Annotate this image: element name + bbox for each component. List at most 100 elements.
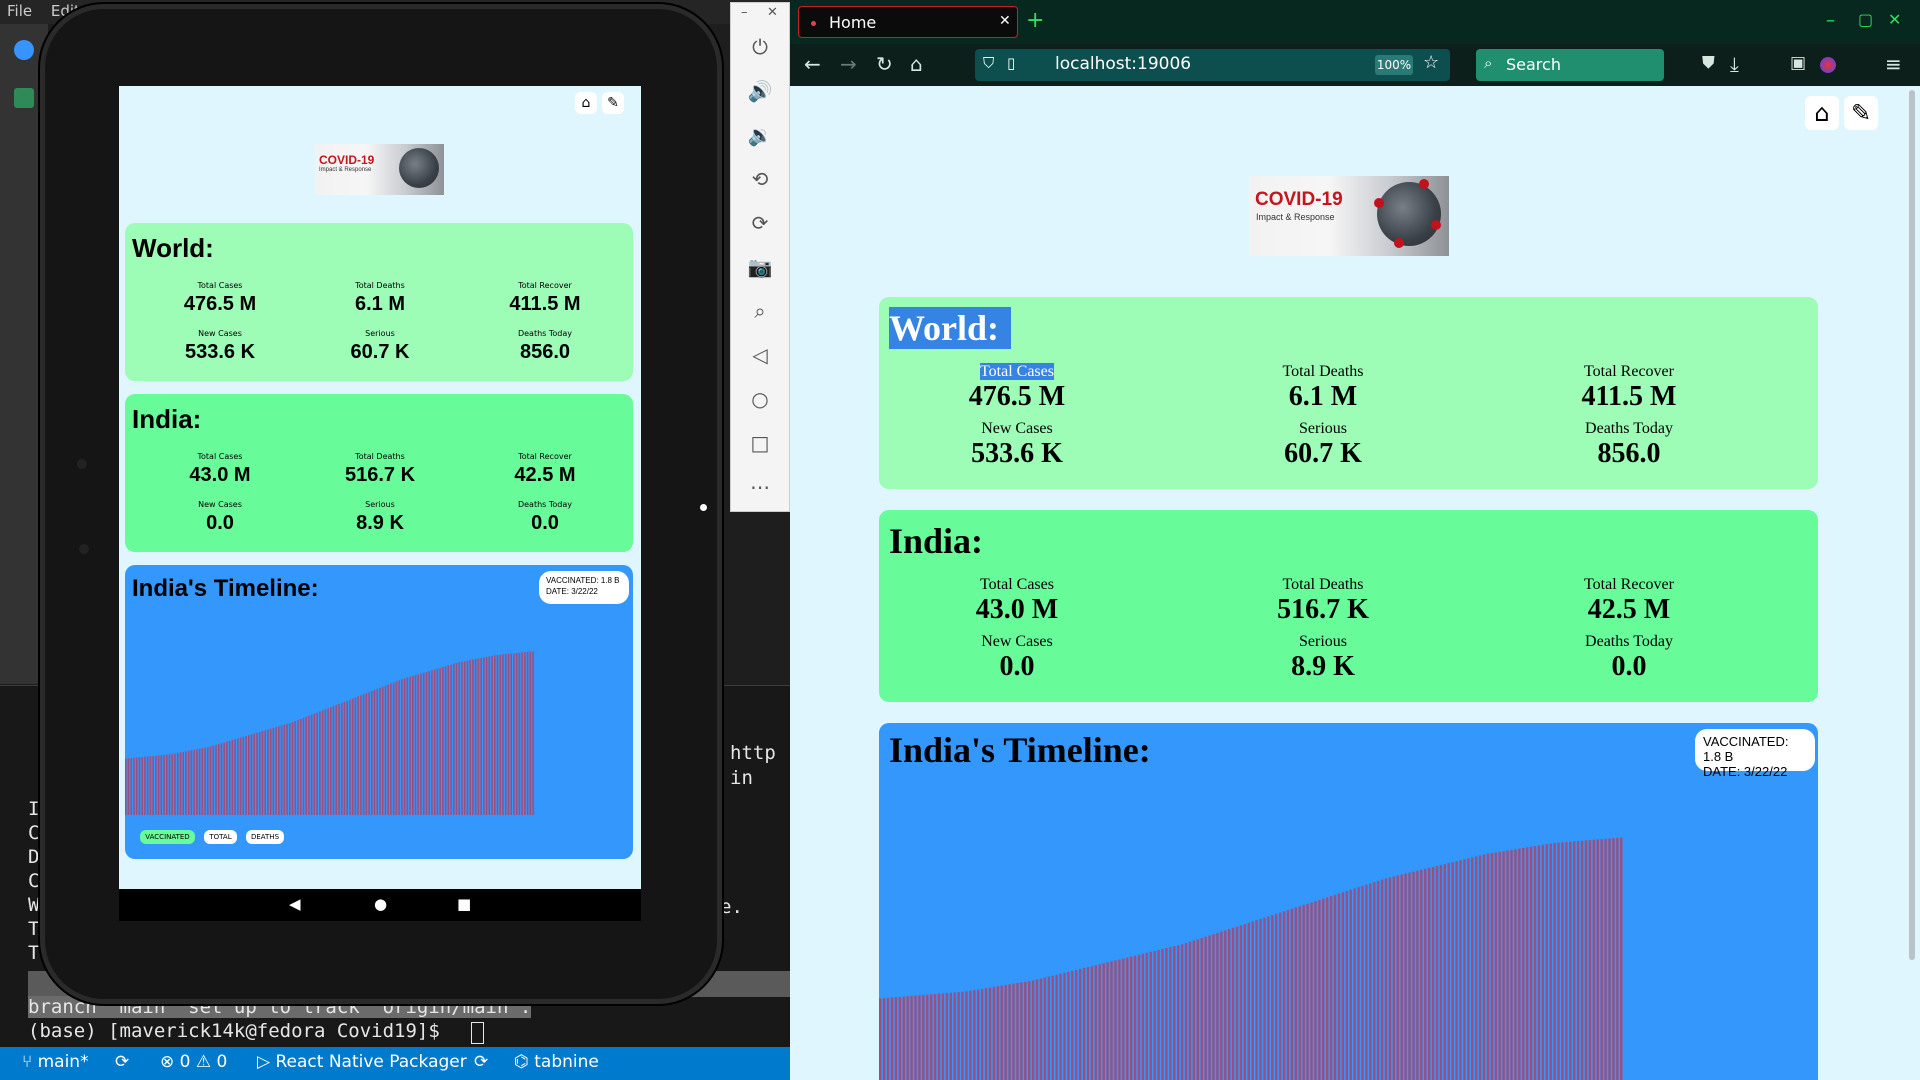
timeline-bar[interactable] bbox=[313, 713, 316, 815]
timeline-bar[interactable] bbox=[1267, 916, 1270, 1080]
timeline-bar[interactable] bbox=[1122, 958, 1125, 1080]
timeline-bar[interactable] bbox=[480, 657, 482, 815]
timeline-bar[interactable] bbox=[1035, 979, 1039, 1080]
rotate-right-icon[interactable]: ⟳ bbox=[746, 209, 774, 237]
timeline-bar[interactable] bbox=[291, 722, 294, 815]
account-icon[interactable] bbox=[1820, 57, 1836, 73]
timeline-bar[interactable] bbox=[409, 676, 411, 815]
timeline-bar[interactable] bbox=[1024, 981, 1027, 1080]
minimize-icon[interactable]: – bbox=[741, 5, 748, 20]
zoom-icon[interactable]: ⌕ bbox=[746, 297, 774, 325]
timeline-bar[interactable] bbox=[360, 695, 362, 815]
timeline-bar[interactable] bbox=[1545, 844, 1548, 1080]
extension-icon[interactable] bbox=[14, 88, 34, 108]
timeline-bar[interactable] bbox=[1298, 906, 1301, 1080]
timeline-bar[interactable] bbox=[988, 987, 992, 1080]
timeline-bar[interactable] bbox=[526, 651, 529, 815]
android-home-icon[interactable]: ● bbox=[374, 895, 387, 913]
timeline-bar[interactable] bbox=[1596, 839, 1599, 1080]
vaccine-icon[interactable]: ✎ bbox=[602, 92, 624, 114]
page-icon[interactable]: ▯ bbox=[1007, 54, 1015, 72]
timeline-bar[interactable] bbox=[1416, 870, 1419, 1080]
timeline-bar[interactable] bbox=[1204, 936, 1207, 1080]
timeline-bar[interactable] bbox=[280, 725, 283, 815]
menu-icon[interactable]: ≡ bbox=[1885, 52, 1902, 76]
timeline-bar[interactable] bbox=[357, 696, 359, 815]
timeline-bar[interactable] bbox=[196, 749, 198, 815]
timeline-bar[interactable] bbox=[1177, 945, 1180, 1080]
timeline-bar[interactable] bbox=[1114, 960, 1117, 1080]
timeline-bar[interactable] bbox=[349, 699, 351, 815]
url-bar[interactable]: ⛉ ▯ localhost:19006 100% ☆ bbox=[975, 49, 1450, 81]
timeline-bar[interactable] bbox=[1153, 950, 1156, 1080]
timeline-bar[interactable] bbox=[1055, 974, 1058, 1080]
timeline-bar[interactable] bbox=[1184, 943, 1188, 1080]
timeline-bar[interactable] bbox=[1408, 872, 1411, 1080]
legend-deaths-button[interactable]: DEATHS bbox=[246, 830, 284, 844]
back-icon[interactable]: ← bbox=[804, 52, 821, 76]
timeline-bar[interactable] bbox=[185, 751, 187, 815]
timeline-bar[interactable] bbox=[521, 652, 523, 815]
zoom-level[interactable]: 100% bbox=[1375, 55, 1413, 75]
home-icon[interactable]: ○ bbox=[746, 385, 774, 413]
timeline-bar[interactable] bbox=[1435, 865, 1439, 1080]
timeline-bar[interactable] bbox=[1510, 849, 1513, 1080]
timeline-bar[interactable] bbox=[1561, 842, 1564, 1080]
timeline-bar[interactable] bbox=[984, 988, 988, 1080]
timeline-bar[interactable] bbox=[447, 665, 450, 815]
timeline-bar[interactable] bbox=[1455, 861, 1458, 1080]
timeline-bar[interactable] bbox=[496, 654, 499, 815]
timeline-bar[interactable] bbox=[1518, 848, 1521, 1080]
timeline-bar[interactable] bbox=[529, 651, 532, 815]
timeline-bar[interactable] bbox=[414, 675, 417, 815]
timeline-bar[interactable] bbox=[898, 996, 902, 1080]
timeline-bar[interactable] bbox=[335, 705, 338, 815]
problems-status[interactable]: ⊗ 0 ⚠ 0 bbox=[160, 1052, 227, 1072]
timeline-bar[interactable] bbox=[1016, 983, 1019, 1080]
timeline-bar[interactable] bbox=[127, 758, 130, 815]
timeline-bar[interactable] bbox=[1294, 907, 1298, 1080]
timeline-bar[interactable] bbox=[1420, 869, 1423, 1080]
timeline-bar[interactable] bbox=[1028, 981, 1031, 1080]
timeline-bar[interactable] bbox=[499, 654, 502, 815]
timeline-bar[interactable] bbox=[1345, 890, 1349, 1080]
timeline-bar[interactable] bbox=[524, 652, 526, 815]
timeline-bar[interactable] bbox=[1275, 913, 1278, 1080]
timeline-bar[interactable] bbox=[1592, 839, 1596, 1080]
timeline-bar[interactable] bbox=[455, 663, 458, 815]
timeline-bar[interactable] bbox=[1353, 888, 1356, 1080]
timeline-bar[interactable] bbox=[299, 719, 302, 815]
timeline-bar[interactable] bbox=[138, 757, 141, 815]
timeline-bar[interactable] bbox=[144, 756, 146, 815]
timeline-bar[interactable] bbox=[166, 754, 168, 815]
timeline-bar[interactable] bbox=[1278, 912, 1282, 1080]
timeline-bar[interactable] bbox=[392, 682, 395, 815]
timeline-bar[interactable] bbox=[1306, 903, 1309, 1080]
timeline-bar[interactable] bbox=[420, 673, 422, 815]
timeline-bar[interactable] bbox=[234, 739, 236, 815]
timeline-bar[interactable] bbox=[1118, 959, 1121, 1080]
timeline-bar[interactable] bbox=[294, 721, 297, 815]
timeline-bar[interactable] bbox=[1490, 853, 1494, 1080]
android-back-icon[interactable]: ◀ bbox=[289, 895, 301, 913]
timeline-bar[interactable] bbox=[1326, 897, 1329, 1080]
sync-icon[interactable]: ⟳ bbox=[115, 1052, 129, 1072]
timeline-bar[interactable] bbox=[882, 998, 886, 1080]
timeline-bar[interactable] bbox=[1396, 875, 1399, 1080]
timeline-bar[interactable] bbox=[1165, 948, 1168, 1080]
timeline-bar[interactable] bbox=[152, 755, 154, 815]
timeline-bar[interactable] bbox=[155, 755, 157, 815]
timeline-bar[interactable] bbox=[1078, 968, 1082, 1080]
timeline-bar[interactable] bbox=[1145, 952, 1149, 1080]
timeline-bar[interactable] bbox=[379, 687, 381, 815]
timeline-bar[interactable] bbox=[485, 656, 488, 815]
timeline-bar[interactable] bbox=[1251, 921, 1254, 1080]
timeline-bar[interactable] bbox=[212, 745, 215, 815]
more-icon[interactable]: ⋯ bbox=[746, 473, 774, 501]
timeline-bar[interactable] bbox=[439, 667, 441, 815]
timeline-bar[interactable] bbox=[1310, 902, 1313, 1080]
timeline-bar[interactable] bbox=[217, 743, 220, 815]
timeline-bar[interactable] bbox=[376, 688, 379, 815]
timeline-bar[interactable] bbox=[1094, 965, 1098, 1080]
timeline-bar[interactable] bbox=[1071, 970, 1074, 1080]
